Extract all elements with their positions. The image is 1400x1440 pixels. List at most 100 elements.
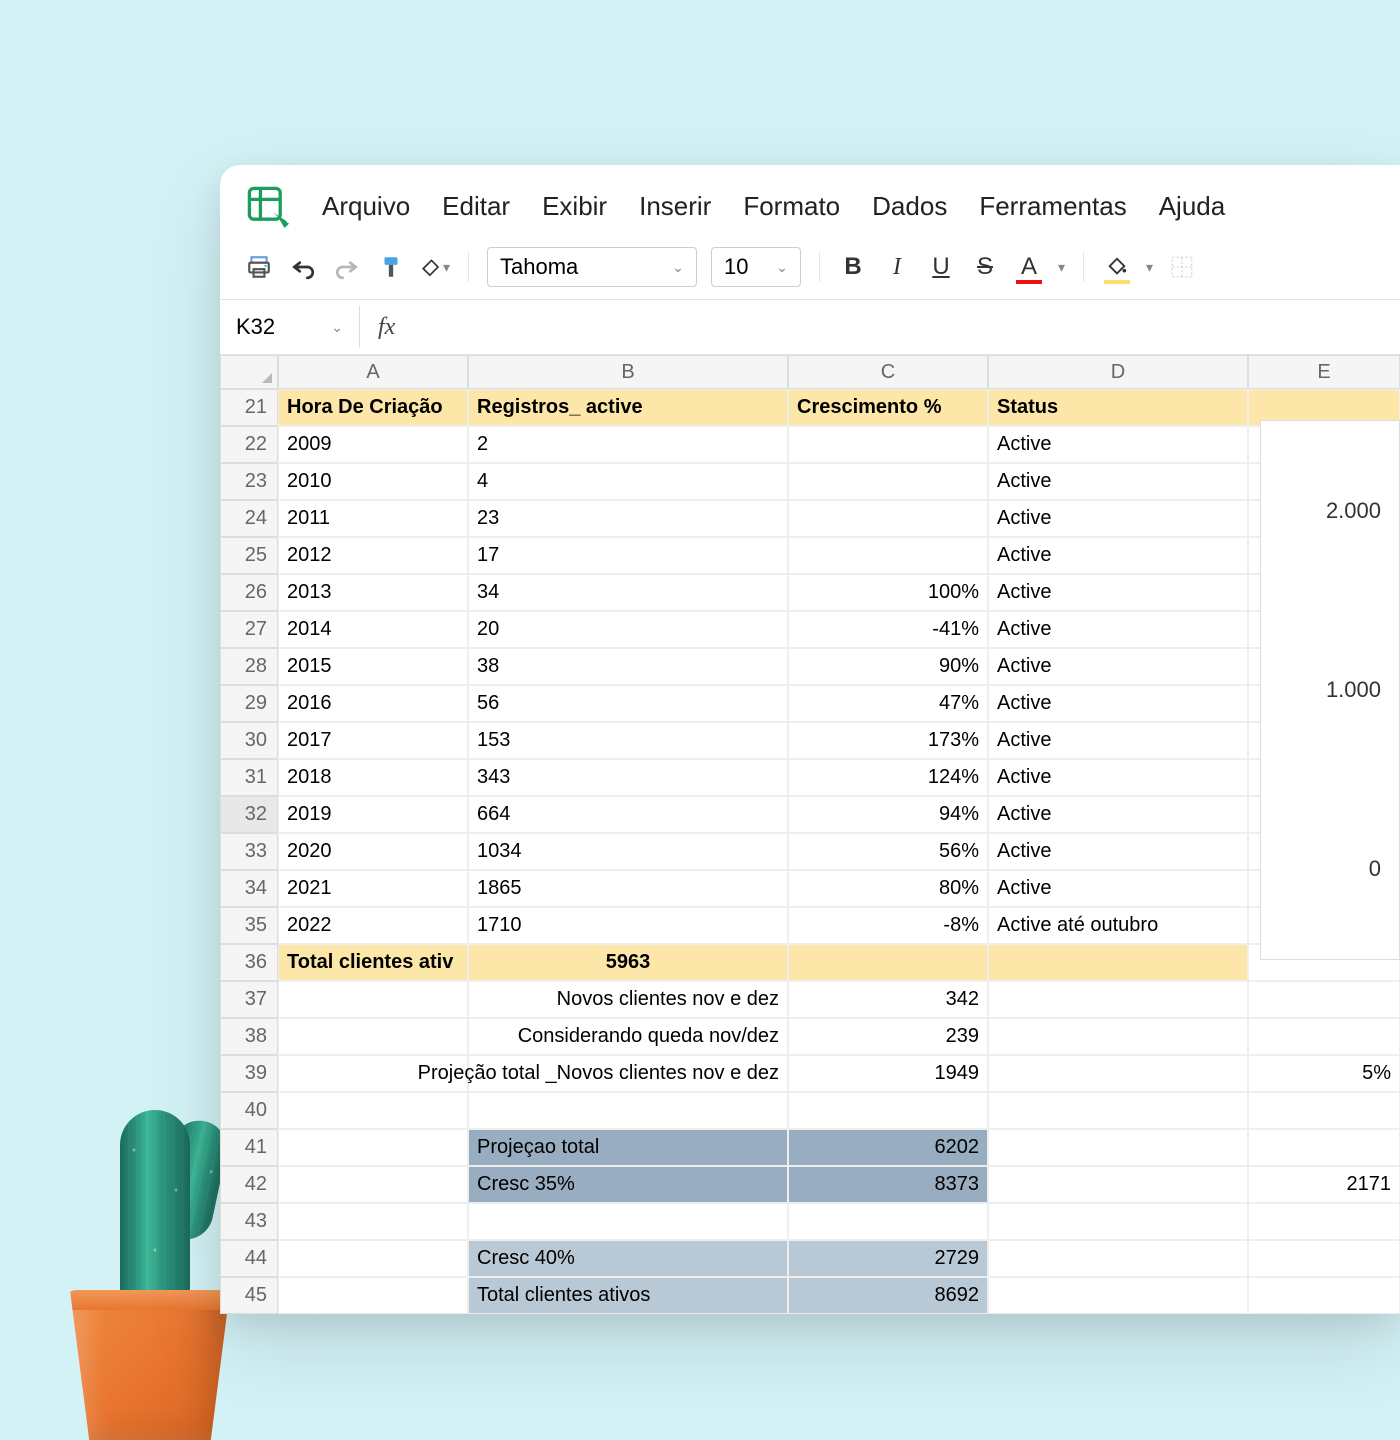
row-header[interactable]: 21 (220, 389, 278, 426)
cell[interactable]: 2 (468, 426, 788, 463)
cell[interactable]: Projeçao total (468, 1129, 788, 1166)
cell[interactable]: 8373 (788, 1166, 988, 1203)
cell[interactable] (1248, 1277, 1400, 1314)
cell[interactable]: 2021 (278, 870, 468, 907)
app-logo[interactable] (244, 183, 290, 229)
cell[interactable]: Cresc 35% (468, 1166, 788, 1203)
menu-editar[interactable]: Editar (442, 191, 510, 222)
cell[interactable] (1248, 1092, 1400, 1129)
cell[interactable]: 2729 (788, 1240, 988, 1277)
cell[interactable]: Active (988, 463, 1248, 500)
cell[interactable]: 2019 (278, 796, 468, 833)
fx-label[interactable]: fx (360, 314, 413, 341)
cell[interactable]: 2016 (278, 685, 468, 722)
cell[interactable] (988, 1203, 1248, 1240)
cell[interactable] (988, 944, 1248, 981)
row-header[interactable]: 22 (220, 426, 278, 463)
cell[interactable]: 2012 (278, 537, 468, 574)
undo-icon[interactable] (288, 252, 318, 282)
cell[interactable]: 1034 (468, 833, 788, 870)
cell[interactable]: 38 (468, 648, 788, 685)
redo-icon[interactable] (332, 252, 362, 282)
cell[interactable]: Hora De Criação (278, 389, 468, 426)
bold-button[interactable]: B (838, 252, 868, 282)
cell[interactable]: 2171 (1248, 1166, 1400, 1203)
cell[interactable]: 2009 (278, 426, 468, 463)
cell[interactable] (278, 1203, 468, 1240)
cell[interactable]: Active até outubro (988, 907, 1248, 944)
cell[interactable]: 2018 (278, 759, 468, 796)
cell[interactable]: 80% (788, 870, 988, 907)
name-box[interactable]: K32 ⌄ (220, 306, 360, 348)
cell[interactable]: Total clientes ativ (278, 944, 468, 981)
cell[interactable]: Active (988, 796, 1248, 833)
cell[interactable]: 239 (788, 1018, 988, 1055)
menu-ferramentas[interactable]: Ferramentas (979, 191, 1126, 222)
cell[interactable]: -8% (788, 907, 988, 944)
cell[interactable] (278, 1018, 468, 1055)
cell[interactable] (278, 1129, 468, 1166)
menu-formato[interactable]: Formato (743, 191, 840, 222)
cell[interactable]: 2013 (278, 574, 468, 611)
row-header[interactable]: 43 (220, 1203, 278, 1240)
cell[interactable] (788, 463, 988, 500)
column-header[interactable]: D (988, 355, 1248, 389)
row-header[interactable]: 30 (220, 722, 278, 759)
strike-button[interactable]: S (970, 252, 1000, 282)
cell[interactable] (988, 1166, 1248, 1203)
cell[interactable]: 2015 (278, 648, 468, 685)
column-header[interactable]: C (788, 355, 988, 389)
underline-button[interactable]: U (926, 252, 956, 282)
cell[interactable]: 56 (468, 685, 788, 722)
fill-color-button[interactable] (1102, 252, 1132, 282)
cell[interactable]: Active (988, 648, 1248, 685)
cell[interactable] (788, 944, 988, 981)
cell[interactable]: 2017 (278, 722, 468, 759)
print-icon[interactable] (244, 252, 274, 282)
cell[interactable] (988, 1277, 1248, 1314)
cell[interactable]: 5963 (468, 944, 788, 981)
row-header[interactable]: 25 (220, 537, 278, 574)
cell[interactable]: 124% (788, 759, 988, 796)
cell[interactable]: Active (988, 833, 1248, 870)
cell[interactable] (788, 426, 988, 463)
cell[interactable]: 56% (788, 833, 988, 870)
cell[interactable]: Cresc 40% (468, 1240, 788, 1277)
cell[interactable]: Novos clientes nov e dez (468, 981, 788, 1018)
cell[interactable]: Status (988, 389, 1248, 426)
row-header[interactable]: 31 (220, 759, 278, 796)
row-header[interactable]: 23 (220, 463, 278, 500)
row-header[interactable]: 40 (220, 1092, 278, 1129)
cell[interactable]: 1710 (468, 907, 788, 944)
cell[interactable]: 90% (788, 648, 988, 685)
cell[interactable]: Projeção total _Novos clientes nov e dez (468, 1055, 788, 1092)
cell[interactable]: Active (988, 500, 1248, 537)
cell[interactable] (1248, 1018, 1400, 1055)
row-header[interactable]: 29 (220, 685, 278, 722)
cell[interactable]: 2014 (278, 611, 468, 648)
cell[interactable]: 5% (1248, 1055, 1400, 1092)
font-selector[interactable]: Tahoma ⌄ (487, 247, 697, 287)
cell[interactable] (788, 500, 988, 537)
chevron-down-icon[interactable]: ▾ (1058, 259, 1065, 276)
cell[interactable] (1248, 1203, 1400, 1240)
row-header[interactable]: 45 (220, 1277, 278, 1314)
cell[interactable] (788, 1092, 988, 1129)
cell[interactable]: 1865 (468, 870, 788, 907)
cell[interactable] (788, 537, 988, 574)
menu-ajuda[interactable]: Ajuda (1159, 191, 1226, 222)
row-header[interactable]: 32 (220, 796, 278, 833)
chevron-down-icon[interactable]: ▾ (1146, 259, 1153, 276)
cell[interactable] (988, 981, 1248, 1018)
cell[interactable] (278, 1092, 468, 1129)
cell[interactable]: -41% (788, 611, 988, 648)
cell[interactable] (278, 1166, 468, 1203)
cell[interactable]: Active (988, 537, 1248, 574)
cell[interactable]: Active (988, 611, 1248, 648)
cell[interactable]: Active (988, 574, 1248, 611)
cell[interactable]: Registros_ active (468, 389, 788, 426)
cell[interactable]: Considerando queda nov/dez (468, 1018, 788, 1055)
cell[interactable]: 2020 (278, 833, 468, 870)
cell[interactable] (1248, 981, 1400, 1018)
cell[interactable]: Crescimento % (788, 389, 988, 426)
